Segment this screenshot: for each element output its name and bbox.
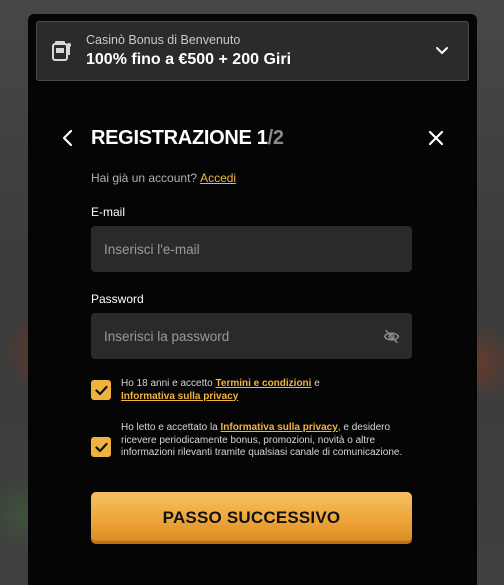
marketing-consent: Ho letto e accettato la Informativa sull… bbox=[121, 422, 421, 460]
checkmark-icon bbox=[94, 442, 108, 452]
privacy-link[interactable]: Informativa sulla privacy bbox=[121, 391, 238, 402]
login-link[interactable]: Accedi bbox=[200, 171, 236, 185]
chevron-down-icon[interactable] bbox=[434, 43, 450, 59]
password-field[interactable] bbox=[91, 313, 412, 359]
eye-off-icon[interactable] bbox=[383, 329, 400, 344]
consent-text: e bbox=[311, 378, 320, 389]
consent-text: Ho 18 anni e accetto bbox=[121, 378, 216, 389]
step-total: /2 bbox=[267, 127, 284, 149]
next-step-button[interactable]: PASSO SUCCESSIVO bbox=[91, 492, 412, 544]
age-terms-consent: Ho 18 anni e accetto Termini e condizion… bbox=[121, 378, 421, 403]
email-label: E-mail bbox=[91, 205, 126, 219]
email-field[interactable] bbox=[91, 226, 412, 272]
registration-modal: Casinò Bonus di Benvenuto 100% fino a €5… bbox=[28, 14, 477, 585]
bonus-title: 100% fino a €500 + 200 Giri bbox=[86, 50, 292, 68]
age-terms-checkbox[interactable] bbox=[91, 380, 111, 400]
marketing-consent-checkbox[interactable] bbox=[91, 437, 111, 457]
modal-header: REGISTRAZIONE 1/2 bbox=[56, 126, 456, 150]
terms-link[interactable]: Termini e condizioni bbox=[216, 378, 312, 389]
consent-text: Ho letto e accettato la bbox=[121, 422, 221, 433]
back-arrow-icon[interactable] bbox=[60, 129, 76, 147]
privacy-link[interactable]: Informativa sulla privacy bbox=[221, 422, 338, 433]
password-label: Password bbox=[91, 292, 144, 306]
welcome-bonus-dropdown[interactable]: Casinò Bonus di Benvenuto 100% fino a €5… bbox=[36, 21, 469, 81]
login-prompt-text: Hai già un account? bbox=[91, 171, 198, 185]
close-icon[interactable] bbox=[427, 129, 445, 147]
checkmark-icon bbox=[94, 385, 108, 395]
bonus-subtitle: Casinò Bonus di Benvenuto bbox=[86, 32, 241, 47]
title-main: REGISTRAZIONE 1 bbox=[91, 127, 268, 149]
page-title: REGISTRAZIONE 1/2 bbox=[91, 126, 284, 150]
slot-machine-icon bbox=[52, 41, 71, 61]
login-prompt: Hai già un account? Accedi bbox=[91, 171, 236, 185]
